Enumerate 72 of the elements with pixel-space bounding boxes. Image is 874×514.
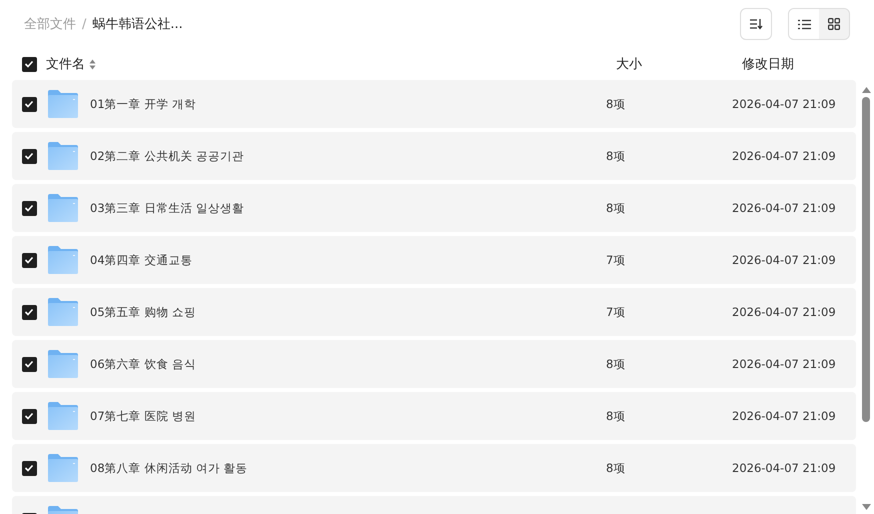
grid-icon [828, 18, 840, 30]
column-header: 大小 [616, 56, 643, 73]
modified-date: 2026-04-07 21:09 [732, 409, 837, 423]
row-checkbox[interactable] [22, 408, 36, 424]
select-all-checkbox[interactable] [22, 56, 36, 72]
row-checkbox[interactable] [22, 460, 36, 476]
folder-icon [48, 298, 78, 326]
file-row[interactable]: 05第五章 购物 쇼핑 7项 2026-04-07 21:09 [12, 288, 856, 336]
scroll-down-icon[interactable] [862, 504, 870, 510]
breadcrumb-item[interactable]: 蜗牛韩语公社... [92, 15, 183, 33]
check-icon [24, 100, 34, 108]
check-icon [24, 412, 34, 420]
sort-icon [749, 18, 763, 30]
check-icon [24, 204, 34, 212]
sort-button[interactable] [740, 8, 772, 40]
check-icon [24, 464, 34, 472]
file-row[interactable]: 06第六章 饮食 음식 8项 2026-04-07 21:09 [12, 340, 856, 388]
row-checkbox[interactable] [22, 96, 36, 112]
modified-date: 2026-04-07 21:09 [732, 305, 837, 319]
modified-date: 2026-04-07 21:09 [732, 461, 837, 475]
check-icon [24, 152, 34, 160]
modified-date: 2026-04-07 21:09 [732, 97, 837, 111]
file-name[interactable]: 06第六章 饮食 음식 [90, 356, 196, 372]
item-count: 8项 [606, 408, 626, 424]
item-count: 8项 [606, 148, 626, 164]
item-count: 8项 [606, 96, 626, 112]
item-count: 8项 [606, 356, 626, 372]
modified-date: 2026-04-07 21:09 [732, 253, 837, 267]
file-name[interactable]: 01第一章 开学 개학 [90, 96, 196, 112]
row-checkbox[interactable] [22, 356, 36, 372]
scrollbar-thumb[interactable] [862, 97, 870, 422]
item-count: 8项 [606, 200, 626, 216]
modified-date: 2026-04-07 21:09 [732, 357, 837, 371]
row-checkbox[interactable] [22, 304, 36, 320]
row-checkbox[interactable] [22, 148, 36, 164]
modified-date: 2026-04-07 21:09 [732, 149, 837, 163]
folder-icon [48, 90, 78, 118]
folder-icon [48, 194, 78, 222]
folder-icon [48, 454, 78, 482]
file-row[interactable]: 01第一章 开学 개학 8项 2026-04-07 21:09 [12, 80, 856, 128]
modified-date: 2026-04-07 21:09 [732, 201, 837, 215]
folder-icon [48, 402, 78, 430]
file-name[interactable]: 04第四章 交通교통 [90, 252, 192, 268]
file-row[interactable]: 02第二章 公共机关 공공기관 8项 2026-04-07 21:09 [12, 132, 856, 180]
check-icon [24, 308, 34, 316]
file-name[interactable]: 03第三章 日常生活 일상생활 [90, 200, 244, 216]
check-icon [24, 256, 34, 264]
breadcrumb-separator: / [82, 16, 86, 32]
file-row[interactable]: 03第三章 日常生活 일상생활 8项 2026-04-07 21:09 [12, 184, 856, 232]
row-checkbox[interactable] [22, 200, 36, 216]
item-count: 7项 [606, 304, 626, 320]
scroll-up-icon[interactable] [862, 87, 870, 93]
check-icon [24, 360, 34, 368]
folder-icon [48, 246, 78, 274]
column-header[interactable]: 文件名 [46, 55, 85, 73]
list-view-button[interactable] [789, 9, 819, 39]
item-count: 8项 [606, 460, 626, 476]
list-icon [798, 18, 810, 30]
item-count: 7项 [606, 252, 626, 268]
folder-icon [48, 142, 78, 170]
sort-arrows-icon[interactable] [89, 58, 96, 70]
row-checkbox[interactable] [22, 252, 36, 268]
file-row[interactable]: 04第四章 交通교통 7项 2026-04-07 21:09 [12, 236, 856, 284]
file-name[interactable]: 07第七章 医院 병원 [90, 408, 196, 424]
file-row[interactable]: 08第八章 休闲活动 여가 활동 8项 2026-04-07 21:09 [12, 444, 856, 492]
file-name[interactable]: 05第五章 购物 쇼핑 [90, 304, 196, 320]
file-row[interactable]: 07第七章 医院 병원 8项 2026-04-07 21:09 [12, 392, 856, 440]
column-header: 修改日期 [742, 56, 795, 73]
file-name[interactable]: 08第八章 休闲活动 여가 활동 [90, 460, 248, 476]
check-icon [24, 60, 34, 68]
file-name[interactable]: 02第二章 公共机关 공공기관 [90, 148, 244, 164]
folder-icon [48, 350, 78, 378]
